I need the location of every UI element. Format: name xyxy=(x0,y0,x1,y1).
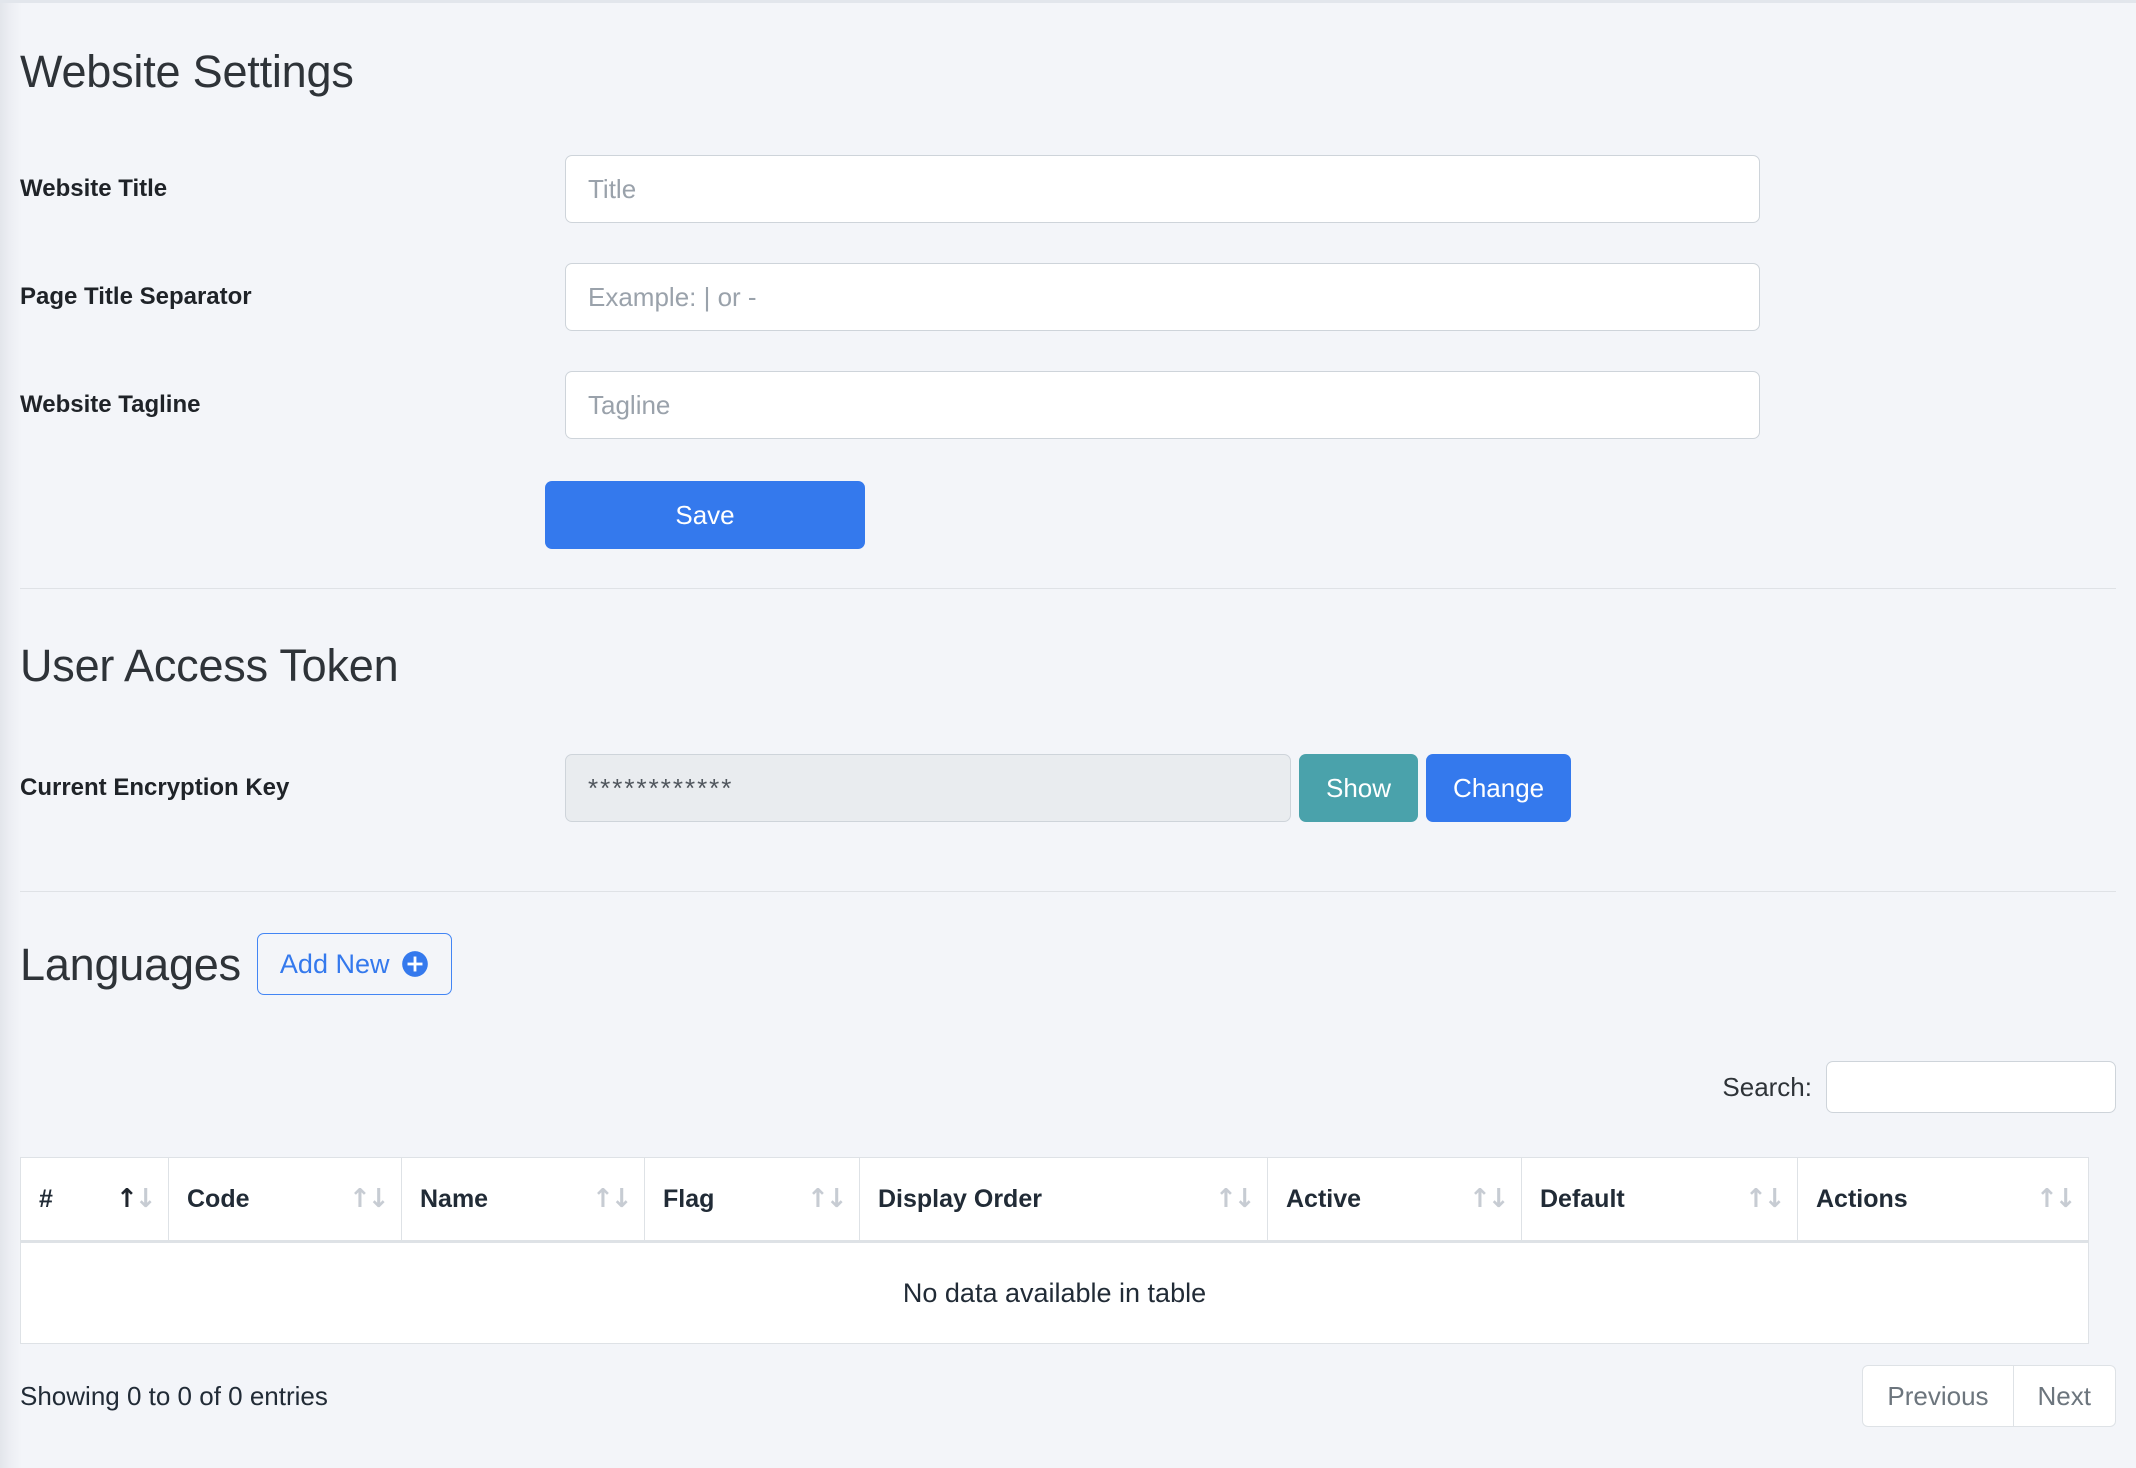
sort-icon-default[interactable]: ↑↓ xyxy=(1745,1186,1786,1212)
languages-heading: Languages xyxy=(20,938,241,990)
sort-icon-actions[interactable]: ↑↓ xyxy=(2036,1186,2077,1212)
search-label: Search: xyxy=(1722,1071,1812,1102)
website-tagline-input[interactable] xyxy=(565,371,1760,439)
table-empty-row: No data available in table xyxy=(20,1241,2089,1344)
settings-page: Website Settings Website Title Page Titl… xyxy=(0,0,2136,1468)
current-encryption-key-label: Current Encryption Key xyxy=(20,774,290,801)
section-divider-2 xyxy=(20,891,2116,892)
table-footer: Showing 0 to 0 of 0 entries Previous Nex… xyxy=(20,1365,2116,1427)
languages-table-body: No data available in table xyxy=(20,1241,2089,1344)
column-label-name: Name xyxy=(420,1184,489,1213)
column-header-number[interactable]: # ↑↓ xyxy=(20,1157,169,1243)
column-label-active: Active xyxy=(1286,1184,1362,1213)
website-title-row: Website Title xyxy=(20,155,1760,223)
column-header-active[interactable]: Active ↑↓ xyxy=(1267,1157,1522,1243)
column-header-name[interactable]: Name ↑↓ xyxy=(401,1157,645,1243)
sort-icon-flag[interactable]: ↑↓ xyxy=(807,1186,848,1212)
sort-icon-number[interactable]: ↑↓ xyxy=(116,1186,157,1212)
sort-icon-display-order[interactable]: ↑↓ xyxy=(1215,1186,1256,1212)
column-header-default[interactable]: Default ↑↓ xyxy=(1521,1157,1798,1243)
languages-table-wrapper: # ↑↓ Code ↑↓ Name ↑↓ Flag ↑↓ Display Ord… xyxy=(20,1157,2089,1344)
column-header-code[interactable]: Code ↑↓ xyxy=(168,1157,402,1243)
column-label-actions: Actions xyxy=(1816,1184,1908,1213)
change-key-button[interactable]: Change xyxy=(1426,754,1572,822)
column-label-number: # xyxy=(39,1184,53,1213)
add-new-language-button[interactable]: Add New xyxy=(256,933,453,995)
column-label-default: Default xyxy=(1540,1184,1625,1213)
website-settings-heading: Website Settings xyxy=(20,46,354,97)
pagination: Previous Next xyxy=(1862,1365,2116,1427)
user-access-token-heading: User Access Token xyxy=(20,640,399,691)
add-new-label: Add New xyxy=(279,948,390,979)
table-header-row: # ↑↓ Code ↑↓ Name ↑↓ Flag ↑↓ Display Ord… xyxy=(20,1157,2089,1243)
column-header-display-order[interactable]: Display Order ↑↓ xyxy=(859,1157,1268,1243)
column-label-code: Code xyxy=(187,1184,250,1213)
website-tagline-label: Website Tagline xyxy=(20,391,201,418)
column-header-actions[interactable]: Actions ↑↓ xyxy=(1797,1157,2089,1243)
next-page-button[interactable]: Next xyxy=(2013,1365,2116,1427)
page-title-separator-input[interactable] xyxy=(565,263,1760,331)
table-empty-message: No data available in table xyxy=(20,1241,2089,1344)
page-title-separator-label: Page Title Separator xyxy=(20,283,252,310)
save-button[interactable]: Save xyxy=(545,481,865,549)
section-divider-1 xyxy=(20,588,2116,589)
search-area: Search: xyxy=(1722,1061,2116,1113)
circle-plus-icon xyxy=(401,950,429,978)
sort-icon-code[interactable]: ↑↓ xyxy=(349,1186,390,1212)
current-encryption-key-field: ************ xyxy=(565,754,1291,822)
show-key-button[interactable]: Show xyxy=(1299,754,1419,822)
sort-icon-name[interactable]: ↑↓ xyxy=(592,1186,633,1212)
website-tagline-row: Website Tagline xyxy=(20,371,1760,439)
column-header-flag[interactable]: Flag ↑↓ xyxy=(644,1157,860,1243)
left-edge-shading xyxy=(0,3,22,1468)
languages-table-head: # ↑↓ Code ↑↓ Name ↑↓ Flag ↑↓ Display Ord… xyxy=(20,1157,2089,1243)
page-title-separator-row: Page Title Separator xyxy=(20,263,1760,331)
current-encryption-key-row: Current Encryption Key ************ Show… xyxy=(20,754,1572,822)
sort-icon-active[interactable]: ↑↓ xyxy=(1469,1186,1510,1212)
languages-table: # ↑↓ Code ↑↓ Name ↑↓ Flag ↑↓ Display Ord… xyxy=(20,1157,2089,1344)
entries-info: Showing 0 to 0 of 0 entries xyxy=(20,1380,328,1411)
website-title-label: Website Title xyxy=(20,175,168,202)
languages-header: Languages Add New xyxy=(20,933,453,995)
previous-page-button[interactable]: Previous xyxy=(1862,1365,2014,1427)
website-title-input[interactable] xyxy=(565,155,1760,223)
search-input[interactable] xyxy=(1826,1061,2116,1113)
column-label-flag: Flag xyxy=(663,1184,715,1213)
column-label-display-order: Display Order xyxy=(878,1184,1042,1213)
